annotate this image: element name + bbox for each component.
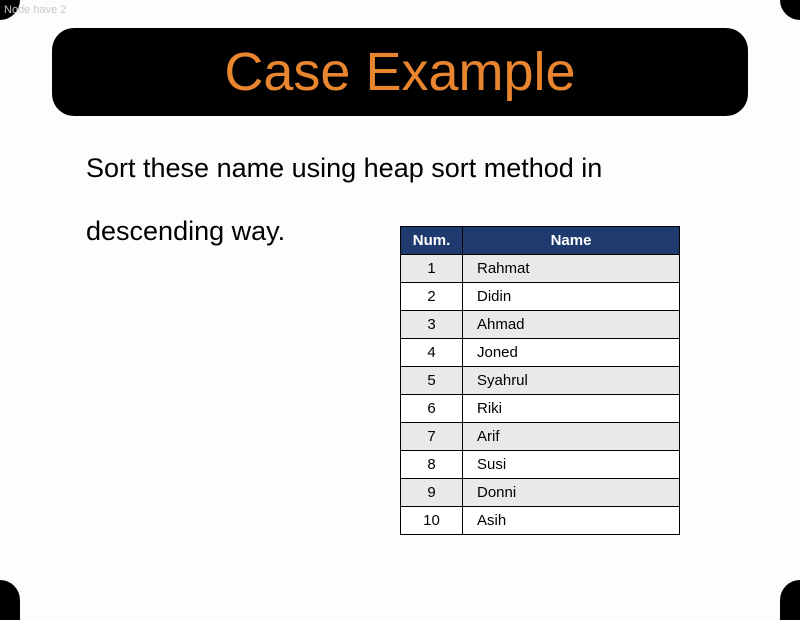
table-cell-name: Asih	[463, 507, 680, 535]
table-row: 8Susi	[401, 451, 680, 479]
corner-decoration	[780, 0, 800, 20]
table-cell-num: 8	[401, 451, 463, 479]
table-row: 7Arif	[401, 423, 680, 451]
table-row: 3Ahmad	[401, 311, 680, 339]
table-cell-num: 6	[401, 395, 463, 423]
table-row: 9Donni	[401, 479, 680, 507]
table-cell-num: 5	[401, 367, 463, 395]
corner-decoration	[0, 580, 20, 620]
table-cell-num: 3	[401, 311, 463, 339]
table-row: 1Rahmat	[401, 255, 680, 283]
table-cell-name: Syahrul	[463, 367, 680, 395]
table-row: 10Asih	[401, 507, 680, 535]
table-header-num: Num.	[401, 227, 463, 255]
table-cell-name: Didin	[463, 283, 680, 311]
table-cell-name: Joned	[463, 339, 680, 367]
table-row: 6Riki	[401, 395, 680, 423]
table-row: 2Didin	[401, 283, 680, 311]
table-cell-num: 10	[401, 507, 463, 535]
data-table-container: Num. Name 1Rahmat2Didin3Ahmad4Joned5Syah…	[400, 226, 680, 535]
table-cell-name: Ahmad	[463, 311, 680, 339]
table-header-name: Name	[463, 227, 680, 255]
table-cell-num: 1	[401, 255, 463, 283]
table-cell-name: Rahmat	[463, 255, 680, 283]
instruction-line-1: Sort these name using heap sort method i…	[86, 148, 740, 189]
data-table: Num. Name 1Rahmat2Didin3Ahmad4Joned5Syah…	[400, 226, 680, 535]
table-cell-name: Riki	[463, 395, 680, 423]
title-bar: Case Example	[52, 28, 748, 116]
table-cell-num: 7	[401, 423, 463, 451]
table-cell-name: Donni	[463, 479, 680, 507]
table-cell-name: Arif	[463, 423, 680, 451]
table-cell-num: 9	[401, 479, 463, 507]
watermark-text: Node have 2	[4, 4, 66, 16]
table-header-row: Num. Name	[401, 227, 680, 255]
table-cell-num: 4	[401, 339, 463, 367]
table-cell-num: 2	[401, 283, 463, 311]
table-row: 4Joned	[401, 339, 680, 367]
slide-title: Case Example	[224, 41, 575, 103]
table-cell-name: Susi	[463, 451, 680, 479]
table-row: 5Syahrul	[401, 367, 680, 395]
corner-decoration	[780, 580, 800, 620]
